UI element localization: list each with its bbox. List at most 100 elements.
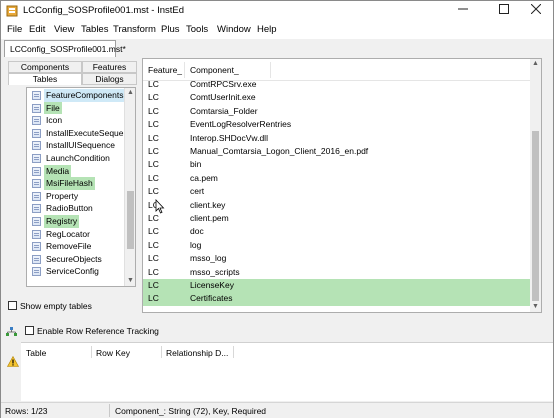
enable-tracking[interactable]: Enable Row Reference Tracking bbox=[25, 326, 159, 336]
list-item[interactable]: MsiFileHash bbox=[27, 177, 125, 190]
menu-plus[interactable]: Plus bbox=[161, 24, 179, 35]
menu-tables[interactable]: Tables bbox=[81, 24, 108, 35]
scroll-down-icon[interactable]: ▼ bbox=[530, 302, 541, 312]
table-row[interactable]: LC Interop.SHDocVw.dll bbox=[143, 132, 531, 145]
menu-edit[interactable]: Edit bbox=[29, 24, 45, 35]
close-icon bbox=[530, 3, 542, 15]
list-item[interactable]: RemoveFile bbox=[27, 240, 125, 253]
table-icon bbox=[32, 217, 41, 226]
list-item[interactable]: Icon bbox=[27, 114, 125, 127]
row-reference-pane[interactable]: Table Row Key Relationship D... bbox=[21, 342, 553, 401]
list-item[interactable]: ServiceConfig bbox=[27, 265, 125, 278]
column-header-table[interactable]: Table bbox=[26, 348, 46, 358]
scroll-up-icon[interactable]: ▲ bbox=[530, 59, 541, 69]
warning-icon bbox=[7, 356, 19, 367]
main-window: LCConfig_SOSProfile001.mst - InstEd File… bbox=[0, 0, 554, 418]
minimize-icon bbox=[458, 8, 468, 10]
column-header-component[interactable]: Component_ bbox=[190, 65, 239, 75]
maximize-button[interactable] bbox=[487, 1, 521, 22]
grid-scrollbar-track[interactable]: ▲ ▼ bbox=[530, 59, 541, 312]
column-divider[interactable] bbox=[91, 346, 92, 358]
column-divider[interactable] bbox=[184, 62, 185, 78]
tab-components[interactable]: Components bbox=[8, 61, 82, 73]
status-bar: Rows: 1/23 Component_: String (72), Key,… bbox=[1, 402, 553, 418]
list-item[interactable]: InstallExecuteSequen bbox=[27, 127, 128, 140]
list-item[interactable]: InstallUISequence bbox=[27, 139, 125, 152]
menu-view[interactable]: View bbox=[54, 24, 74, 35]
column-divider[interactable] bbox=[270, 62, 271, 78]
table-row[interactable]: LC ComtUserInit.exe bbox=[143, 91, 531, 104]
list-item[interactable]: FeatureComponents bbox=[27, 89, 126, 102]
table-icon bbox=[32, 267, 41, 277]
relationship-icon bbox=[6, 327, 17, 336]
scroll-up-icon[interactable]: ▲ bbox=[125, 88, 135, 98]
table-row[interactable]: LC LicenseKey bbox=[143, 279, 531, 293]
table-icon bbox=[32, 91, 41, 100]
list-item[interactable]: RegLocator bbox=[27, 228, 125, 241]
tables-list[interactable]: FeatureComponents File Icon InstallExecu… bbox=[26, 87, 136, 287]
table-row[interactable]: LC log bbox=[143, 239, 531, 252]
table-row[interactable]: LC ca.pem bbox=[143, 172, 531, 185]
column-divider[interactable] bbox=[233, 346, 234, 358]
table-icon bbox=[32, 141, 41, 151]
scroll-down-icon[interactable]: ▼ bbox=[125, 276, 135, 286]
status-column-info: Component_: String (72), Key, Required bbox=[115, 406, 267, 416]
menu-file[interactable]: File bbox=[7, 24, 22, 35]
list-item[interactable]: SecureObjects bbox=[27, 253, 125, 266]
menu-tools[interactable]: Tools bbox=[186, 24, 208, 35]
show-empty-tables-label: Show empty tables bbox=[20, 301, 92, 311]
show-empty-tables[interactable]: Show empty tables bbox=[8, 301, 92, 311]
feature-components-grid[interactable]: Feature_ Component_ LC ComtRPCSrv.exe LC C… bbox=[142, 58, 542, 313]
maximize-icon bbox=[499, 4, 509, 14]
column-header-feature[interactable]: Feature_ bbox=[148, 65, 182, 75]
table-row[interactable]: LC Comtarsia_Folder bbox=[143, 105, 531, 118]
table-row[interactable]: LC client.key bbox=[143, 199, 531, 212]
scrollbar-thumb[interactable] bbox=[532, 131, 539, 301]
document-tab[interactable]: LCConfig_SOSProfile001.mst* bbox=[4, 40, 126, 57]
menu-help[interactable]: Help bbox=[257, 24, 277, 35]
column-divider[interactable] bbox=[161, 346, 162, 358]
table-icon bbox=[32, 191, 41, 201]
grid-scrollbar[interactable]: ▲ ▼ bbox=[530, 59, 541, 312]
table-icon bbox=[32, 128, 41, 138]
menu-bar: File Edit View Tables Transform Plus Too… bbox=[1, 22, 553, 39]
table-icon bbox=[32, 204, 41, 214]
list-item[interactable]: Property bbox=[27, 190, 125, 203]
enable-tracking-checkbox[interactable] bbox=[25, 326, 34, 335]
table-row[interactable]: LC Certificates bbox=[143, 292, 531, 306]
table-row[interactable]: LC cert bbox=[143, 185, 531, 198]
document-tab-strip: LCConfig_SOSProfile001.mst* bbox=[1, 39, 553, 57]
minimize-button[interactable] bbox=[446, 1, 480, 22]
column-header-relationship[interactable]: Relationship D... bbox=[166, 348, 228, 358]
list-item[interactable]: RadioButton bbox=[27, 202, 125, 215]
table-row[interactable]: LC msso_scripts bbox=[143, 266, 531, 279]
table-row[interactable]: LC doc bbox=[143, 225, 531, 238]
scrollbar-thumb[interactable] bbox=[127, 191, 134, 249]
list-item[interactable]: File bbox=[27, 101, 125, 115]
table-row[interactable]: LC Manual_Comtarsia_Logon_Client_2016_en.… bbox=[143, 145, 531, 158]
list-item[interactable]: Registry bbox=[27, 215, 125, 228]
tab-features[interactable]: Features bbox=[82, 61, 137, 73]
row-reference-toolbar: Enable Row Reference Tracking bbox=[1, 321, 553, 341]
menu-transform[interactable]: Transform bbox=[113, 24, 156, 35]
tables-list-scrollbar[interactable]: ▲ ▼ bbox=[124, 88, 135, 286]
list-item[interactable]: Media bbox=[27, 164, 125, 178]
tab-tables[interactable]: Tables bbox=[8, 73, 82, 85]
close-button[interactable] bbox=[519, 1, 553, 22]
table-icon bbox=[32, 166, 41, 176]
menu-window[interactable]: Window bbox=[217, 24, 251, 35]
show-empty-tables-checkbox[interactable] bbox=[8, 301, 17, 310]
table-icon bbox=[32, 229, 41, 239]
column-header-row-key[interactable]: Row Key bbox=[96, 348, 130, 358]
table-row[interactable]: LC EventLogResolverRentries bbox=[143, 118, 531, 131]
tab-dialogs[interactable]: Dialogs bbox=[82, 73, 137, 85]
mouse-cursor-icon bbox=[155, 199, 165, 214]
table-row[interactable]: LC bin bbox=[143, 158, 531, 171]
title-bar[interactable]: LCConfig_SOSProfile001.mst - InstEd bbox=[1, 1, 553, 22]
list-item[interactable]: LaunchCondition bbox=[27, 152, 125, 165]
table-row[interactable]: LC msso_log bbox=[143, 252, 531, 265]
table-icon bbox=[32, 116, 41, 126]
table-icon bbox=[32, 242, 41, 252]
table-row[interactable]: LC ComtRPCSrv.exe bbox=[143, 78, 531, 91]
table-row[interactable]: LC client.pem bbox=[143, 212, 531, 225]
